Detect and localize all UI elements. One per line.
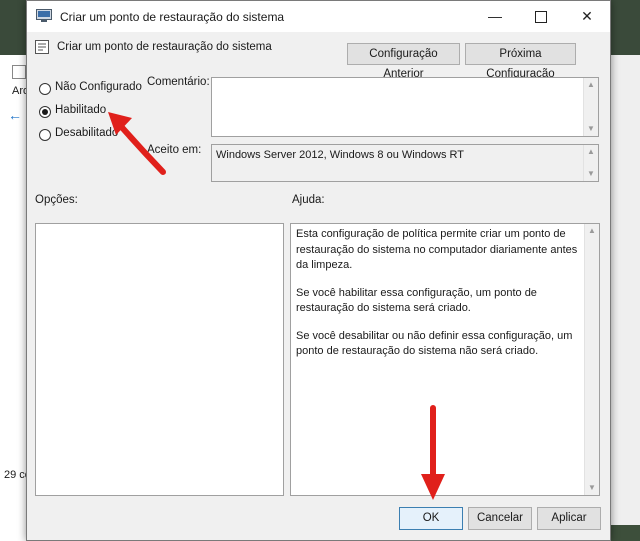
background-panel-edge [610,55,640,525]
help-paragraph: Se você habilitar essa configuração, um … [296,286,537,315]
previous-setting-button[interactable]: Configuração Anterior [347,43,460,80]
back-arrow-icon[interactable]: ← [8,107,22,123]
document-icon [12,65,26,79]
policy-dialog: Criar um ponto de restauração do sistema… [26,0,611,541]
policy-title: Criar um ponto de restauração do sistema [57,41,272,53]
ok-button[interactable]: OK [399,507,463,530]
maximize-icon [535,11,547,24]
radio-enabled-label: Habilitado [55,104,107,116]
apply-button[interactable]: Aplicar [537,507,601,530]
radio-not-configured[interactable]: Não Configurado [39,81,159,99]
scroll-up-icon[interactable]: ▲ [587,226,597,236]
cancel-button[interactable]: Cancelar [468,507,532,530]
options-label: Opções: [35,194,78,206]
scroll-down-icon[interactable]: ▼ [586,124,596,134]
title-bar: Criar um ponto de restauração do sistema… [27,1,610,32]
help-scrollbar[interactable]: ▲ ▼ [584,224,599,495]
scroll-down-icon[interactable]: ▼ [587,483,597,493]
supported-on-field: Windows Server 2012, Windows 8 ou Window… [211,144,599,182]
close-button[interactable]: ✕ [564,1,610,32]
radio-enabled[interactable]: Habilitado [39,104,159,122]
radio-disabled-circle[interactable] [39,129,51,141]
scroll-down-icon[interactable]: ▼ [586,169,596,179]
help-paragraph: Esta configuração de política permite cr… [296,228,578,271]
radio-disabled[interactable]: Desabilitado [39,127,159,145]
policy-setting-icon [35,40,49,54]
comment-label: Comentário: [147,76,210,88]
window-title: Criar um ponto de restauração do sistema [60,10,285,24]
background-right-edge [610,55,640,541]
scroll-up-icon[interactable]: ▲ [586,80,596,90]
comment-textarea[interactable]: ▲ ▼ [211,77,599,137]
radio-disabled-label: Desabilitado [55,127,119,139]
comment-scrollbar[interactable]: ▲ ▼ [583,78,598,136]
help-paragraph: Se você desabilitar ou não definir essa … [296,329,573,358]
scroll-up-icon[interactable]: ▲ [586,147,596,157]
policy-editor-icon [36,9,52,22]
minimize-button[interactable]: — [472,1,518,32]
desktop-edge [610,525,640,541]
supported-on-value: Windows Server 2012, Windows 8 ou Window… [216,149,465,161]
radio-not-configured-circle[interactable] [39,83,51,95]
maximize-button[interactable] [518,1,564,32]
radio-not-configured-label: Não Configurado [55,81,142,93]
radio-enabled-circle[interactable] [39,106,51,118]
supported-on-label: Aceito em: [147,144,202,156]
help-panel: Esta configuração de política permite cr… [290,223,600,496]
next-setting-button[interactable]: Próxima Configuração [465,43,576,80]
help-label: Ajuda: [292,194,325,206]
options-panel [35,223,284,496]
help-text: Esta configuração de política permite cr… [296,227,583,372]
supported-scrollbar[interactable]: ▲ ▼ [583,145,598,181]
